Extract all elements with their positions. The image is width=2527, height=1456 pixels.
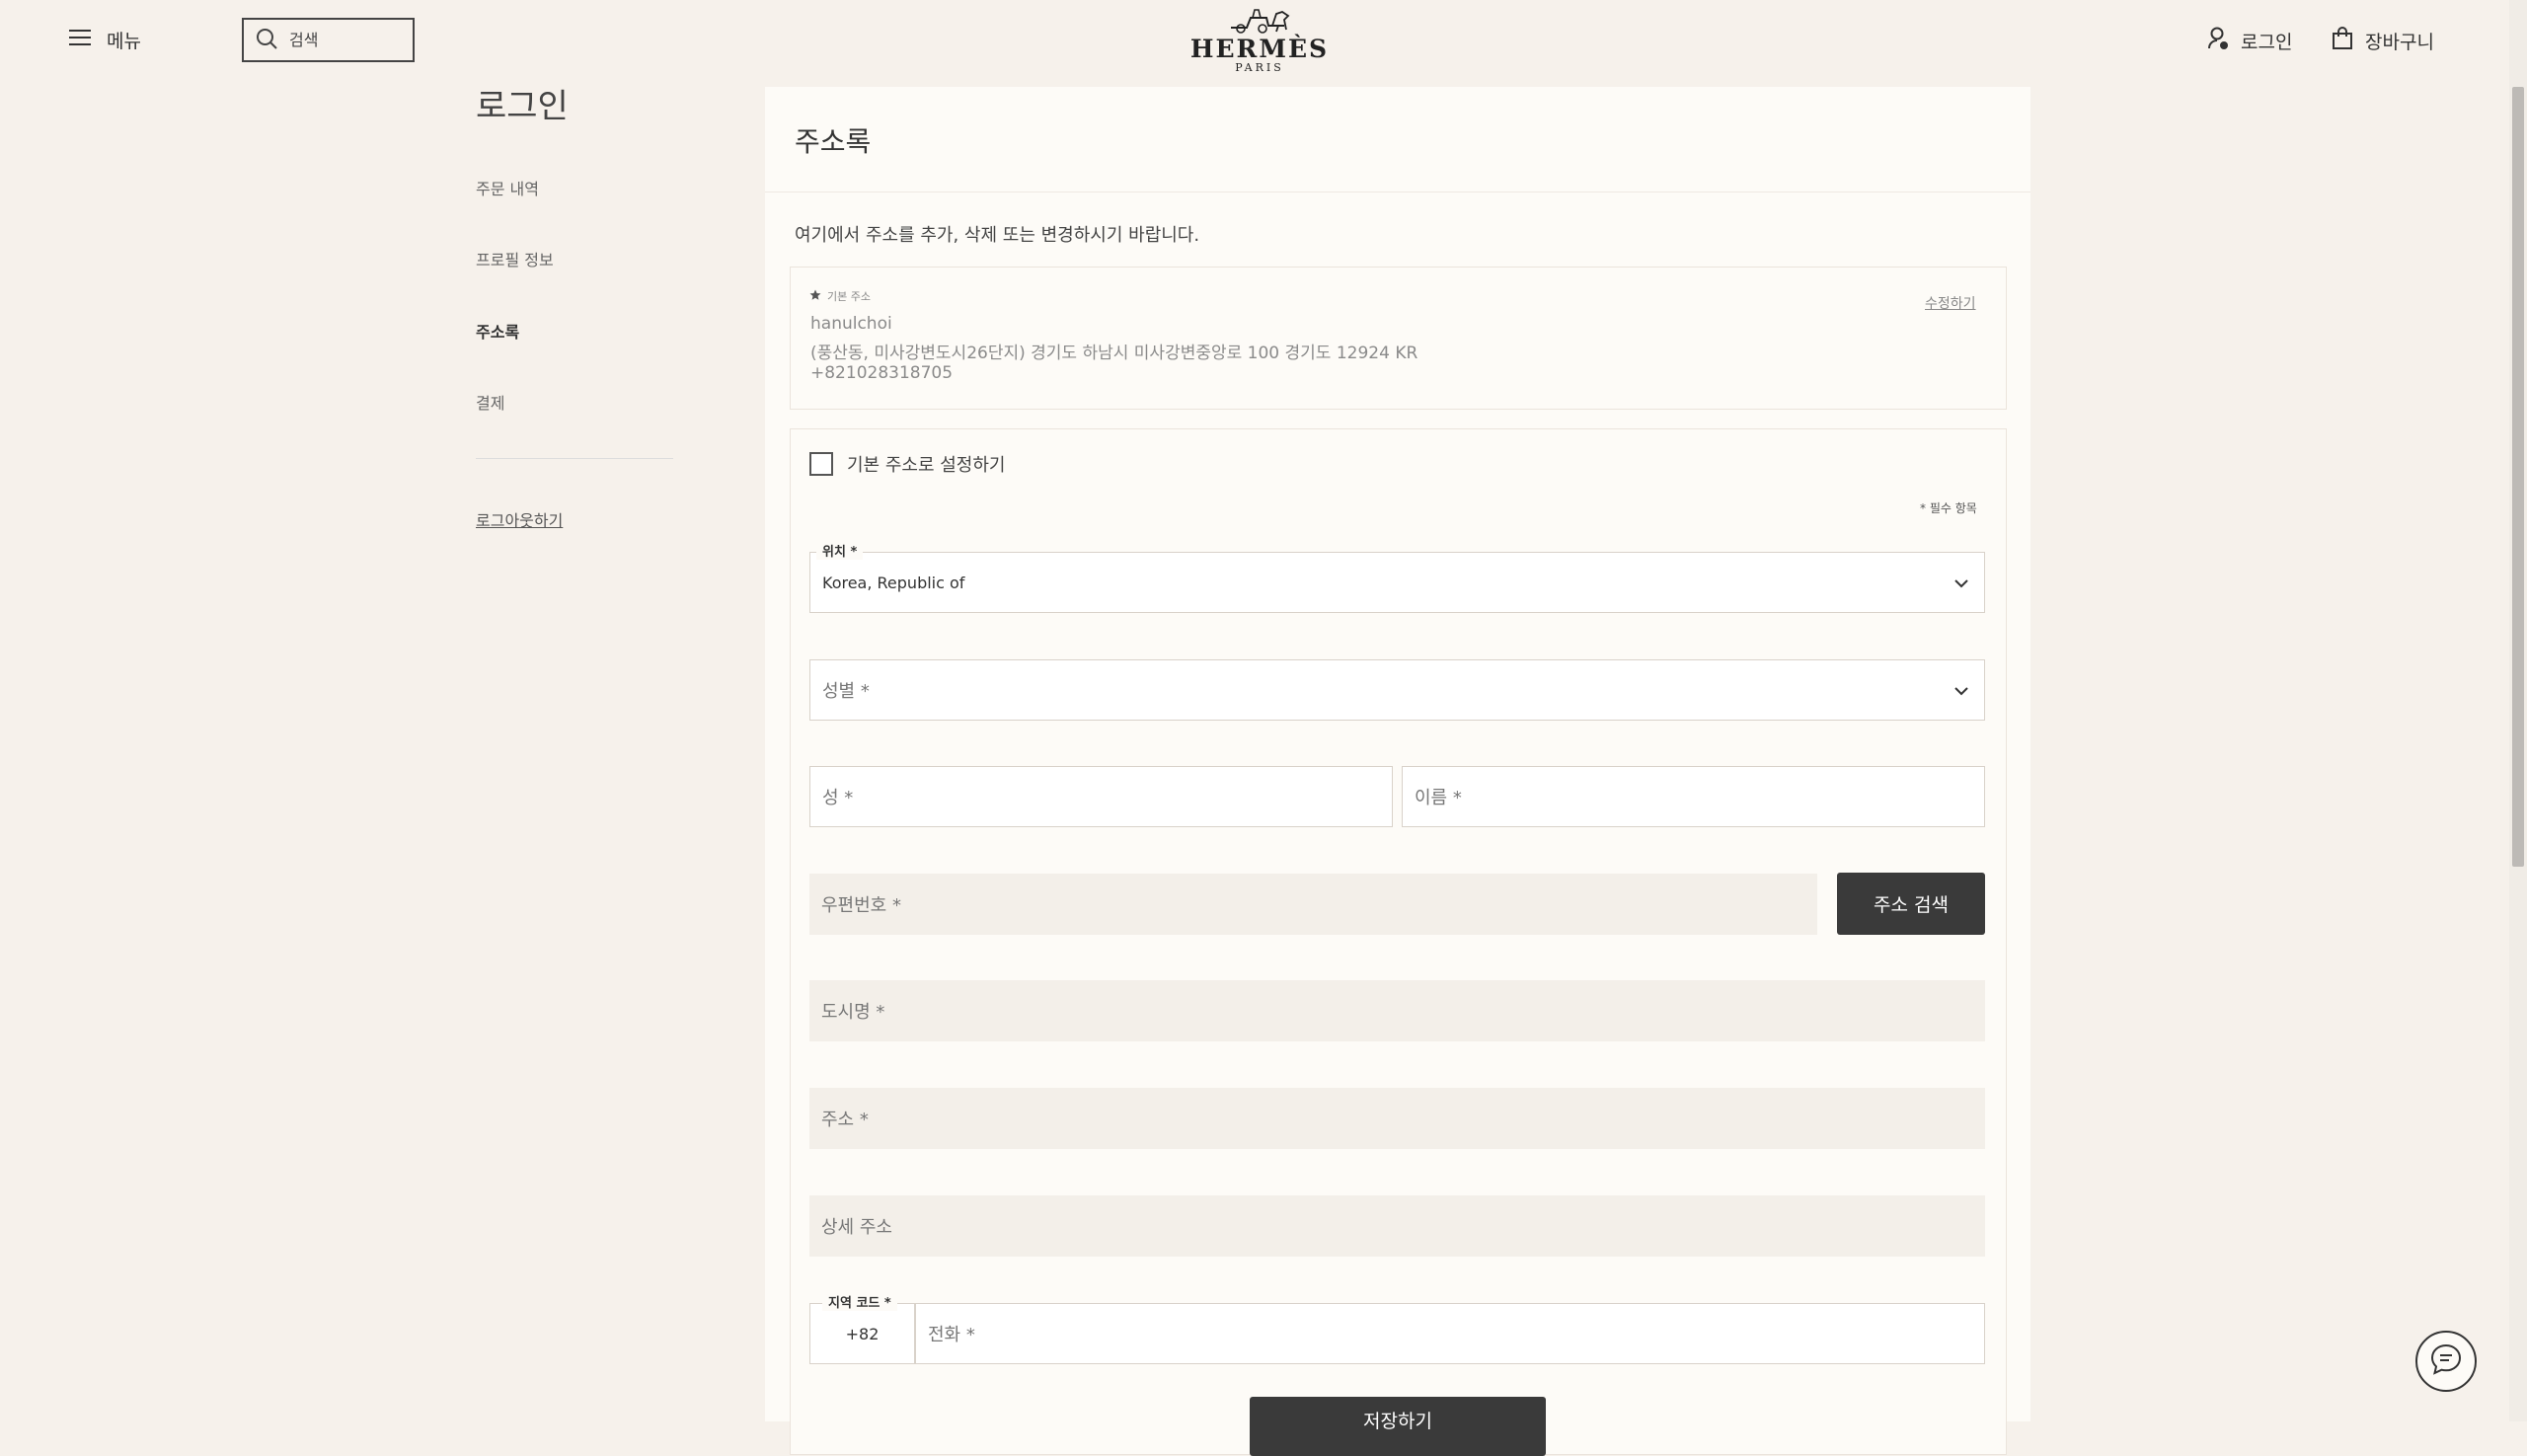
page-title: 주소록 xyxy=(795,125,872,158)
save-button[interactable]: 저장하기 xyxy=(1250,1397,1546,1456)
default-address-label-text: 기본 주소 xyxy=(827,290,871,303)
last-name-placeholder: 성 * xyxy=(822,788,854,808)
cart-link[interactable]: 장바구니 xyxy=(2332,26,2434,55)
shopping-bag-icon xyxy=(2332,26,2353,55)
chat-bubble-icon xyxy=(2429,1342,2463,1380)
address-field[interactable]: 주소 * xyxy=(809,1088,1985,1149)
chevron-down-icon xyxy=(1953,682,1970,700)
city-field[interactable]: 도시명 * xyxy=(809,980,1985,1041)
detail-address-field[interactable]: 상세 주소 xyxy=(809,1195,1985,1257)
detail-address-placeholder: 상세 주소 xyxy=(821,1217,892,1238)
cart-label: 장바구니 xyxy=(2365,31,2434,53)
area-code-value: +82 xyxy=(845,1324,880,1343)
phone-placeholder: 전화 * xyxy=(928,1325,975,1345)
location-select[interactable]: Korea, Republic of xyxy=(809,552,1985,613)
set-default-checkbox-row[interactable]: 기본 주소로 설정하기 xyxy=(809,451,1005,477)
default-address-name: hanulchoi xyxy=(810,314,892,334)
carriage-icon xyxy=(1223,8,1296,38)
logo-subtitle: PARIS xyxy=(1235,61,1284,74)
set-default-label: 기본 주소로 설정하기 xyxy=(847,455,1006,476)
postcode-field[interactable]: 우편번호 * xyxy=(809,874,1817,935)
sidebar-item-profile[interactable]: 프로필 정보 xyxy=(476,247,554,270)
phone-field[interactable]: 전화 * xyxy=(915,1303,1985,1364)
last-name-field[interactable]: 성 * xyxy=(809,766,1393,827)
address-placeholder: 주소 * xyxy=(821,1110,869,1130)
gender-placeholder: 성별 * xyxy=(822,681,870,702)
logo-wordmark: HERMÈS xyxy=(1189,35,1330,63)
logout-link[interactable]: 로그아웃하기 xyxy=(476,507,563,531)
address-search-button[interactable]: 주소 검색 xyxy=(1837,873,1985,935)
first-name-field[interactable]: 이름 * xyxy=(1402,766,1985,827)
chat-button[interactable] xyxy=(2415,1331,2477,1392)
sidebar-item-orders[interactable]: 주문 내역 xyxy=(476,176,539,199)
sidebar-divider xyxy=(476,458,673,459)
first-name-placeholder: 이름 * xyxy=(1415,788,1462,808)
default-address-label: 기본 주소 xyxy=(809,288,871,304)
sidebar-item-payment[interactable]: 결제 xyxy=(476,390,504,414)
login-label: 로그인 xyxy=(2241,31,2293,53)
menu-button[interactable]: 메뉴 xyxy=(69,26,141,53)
intro-text: 여기에서 주소를 추가, 삭제 또는 변경하시기 바랍니다. xyxy=(795,225,1200,246)
hamburger-icon xyxy=(69,29,91,51)
default-address-phone: +821028318705 xyxy=(810,363,954,383)
star-icon xyxy=(809,289,821,304)
location-value: Korea, Republic of xyxy=(822,573,965,592)
menu-label: 메뉴 xyxy=(107,30,141,52)
city-placeholder: 도시명 * xyxy=(821,1002,885,1023)
required-note: * 필수 항목 xyxy=(1920,501,1977,515)
sidebar-title: 로그인 xyxy=(476,87,569,126)
scrollbar-thumb[interactable] xyxy=(2512,87,2524,867)
search-icon xyxy=(256,28,277,53)
search-input[interactable] xyxy=(289,31,398,49)
hermes-logo[interactable]: HERMÈS PARIS xyxy=(1185,8,1335,74)
edit-address-link[interactable]: 수정하기 xyxy=(1925,293,1976,313)
area-code-field[interactable]: +82 xyxy=(809,1303,915,1364)
login-link[interactable]: 로그인 xyxy=(2207,26,2292,55)
area-code-label: 지역 코드 * xyxy=(822,1292,897,1311)
user-icon xyxy=(2207,27,2229,55)
postcode-placeholder: 우편번호 * xyxy=(821,895,901,916)
chevron-down-icon xyxy=(1953,575,1970,592)
set-default-checkbox[interactable] xyxy=(809,452,833,476)
gender-select[interactable]: 성별 * xyxy=(809,659,1985,721)
sidebar-item-address-book[interactable]: 주소록 xyxy=(476,319,519,343)
default-address-street: (풍산동, 미사강변도시26단지) 경기도 하남시 미사강변중앙로 100 경기… xyxy=(810,344,1418,363)
location-label: 위치 * xyxy=(816,541,864,560)
search-box[interactable] xyxy=(242,18,415,62)
